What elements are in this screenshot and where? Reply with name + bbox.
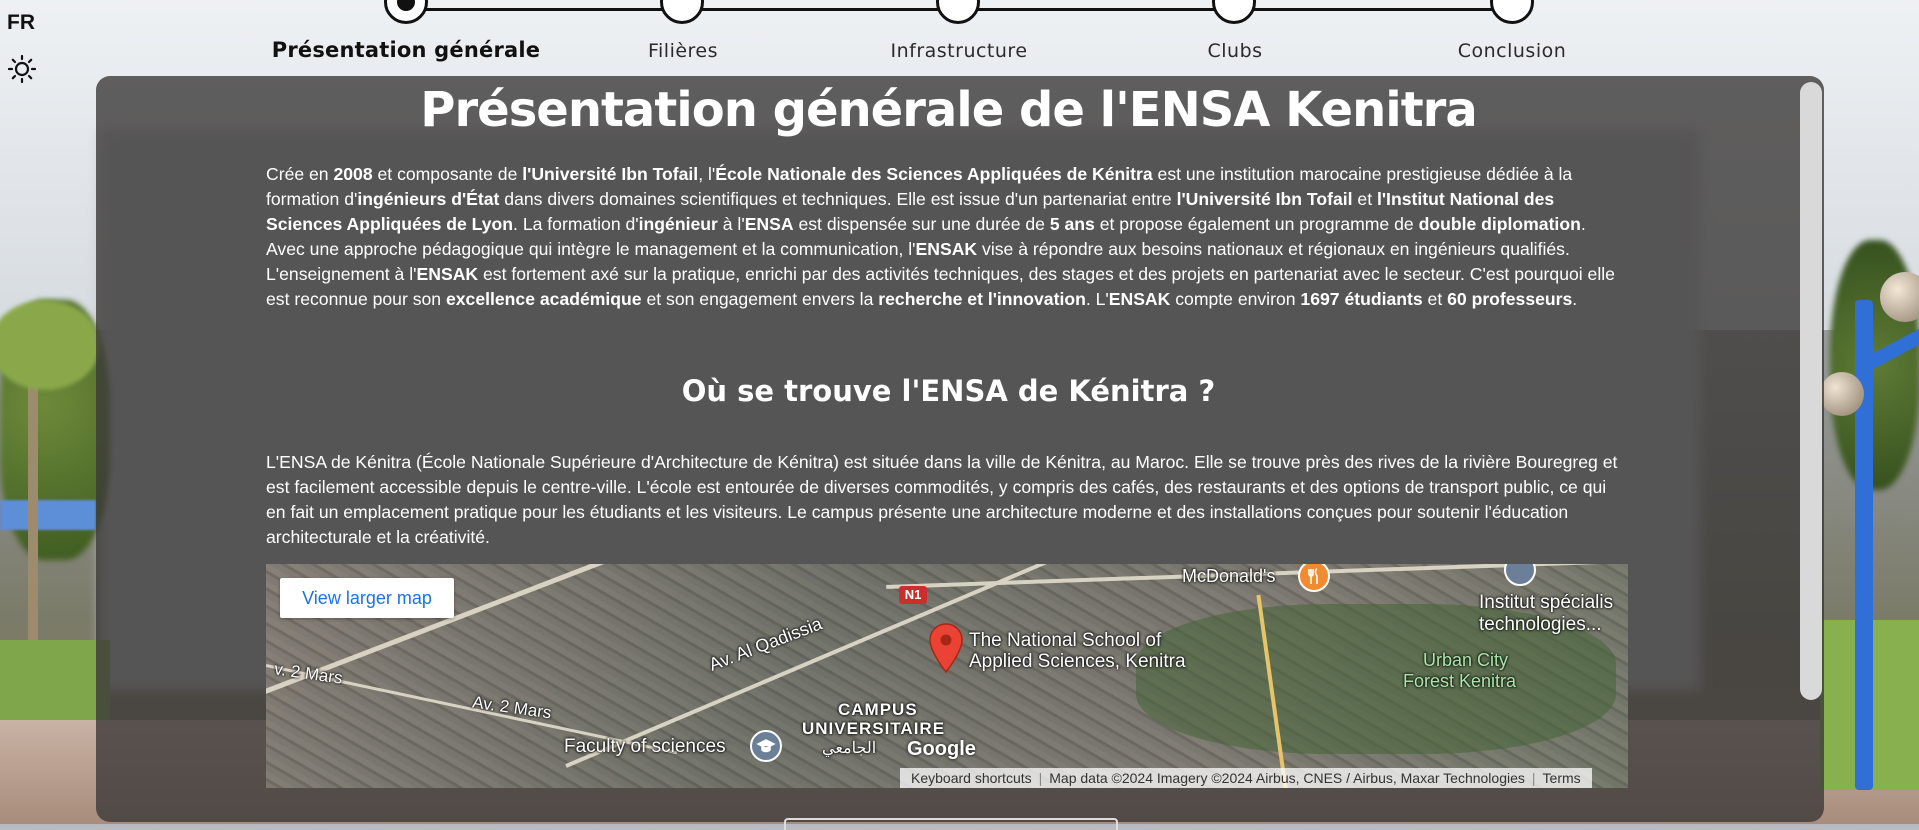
intro-highlight: l'Université Ibn Tofail [1176,189,1353,209]
step-label-conclusion[interactable]: Conclusion [1458,40,1567,62]
intro-text: Crée en [266,164,334,184]
bottom-nav-tab[interactable] [784,818,1118,830]
progress-stepper: Présentation générale Filières Infrastru… [0,0,1919,70]
terms-link[interactable]: Terms [1538,770,1586,786]
intro-text: et propose également un programme de [1094,214,1419,234]
road-shield-n1: N1 [899,586,927,604]
map-label-campus-1: CAMPUS [838,700,918,719]
step-label-filieres[interactable]: Filières [648,40,718,62]
intro-text: et [1422,289,1448,309]
intro-highlight: ENSAK [915,239,978,259]
map-label-institut-1: Institut spécialis [1479,592,1614,613]
restaurant-icon[interactable] [1298,564,1330,592]
map-label-institut-2: technologies... [1479,614,1602,635]
step-label-presentation[interactable]: Présentation générale [272,38,540,62]
intro-text: et composante de [372,164,523,184]
location-paragraph: L'ENSA de Kénitra (École Nationale Supér… [266,452,1618,547]
step-dot-clubs[interactable] [1212,0,1256,24]
keyboard-shortcuts-link[interactable]: Keyboard shortcuts [906,770,1037,786]
intro-highlight: 2008 [333,164,373,184]
intro-paragraph: Crée en 2008 et composante de l'Universi… [266,162,1626,312]
content-panel: Présentation générale de l'ENSA Kenitra … [96,76,1824,822]
step-label-clubs[interactable]: Clubs [1207,40,1262,62]
intro-text: et son engagement envers la [641,289,879,309]
intro-text: . L' [1085,289,1109,309]
map-label-campus-3: الجامعي [822,740,877,757]
intro-highlight: ENSA [744,214,794,234]
map-label-urban-2: Forest Kenitra [1403,671,1517,691]
intro-text: et [1352,189,1377,209]
map-label-school-2: Applied Sciences, Kenitra [969,651,1186,672]
intro-highlight: ENSAK [1108,289,1171,309]
intro-text: dans divers domaines scientifiques et te… [499,189,1177,209]
map-label-mcdonalds: McDonald's [1182,566,1276,586]
view-larger-map-link[interactable]: View larger map [280,578,454,618]
intro-highlight: l'Université Ibn Tofail [522,164,699,184]
page-title: Présentation générale de l'ENSA Kenitra [420,82,1477,138]
map-label-urban-1: Urban City [1423,650,1509,670]
intro-highlight: 1697 étudiants [1300,289,1423,309]
intro-highlight: recherche et l'innovation [878,289,1086,309]
embedded-map[interactable]: View larger map McDonald's Institut spéc… [266,564,1628,788]
step-dot-filieres[interactable] [660,0,704,24]
map-label-campus-2: UNIVERSITAIRE [802,719,946,738]
map-data-text: Map data ©2024 Imagery ©2024 Airbus, CNE… [1049,770,1525,786]
intro-highlight: ingénieurs d'État [357,189,500,209]
intro-highlight: excellence académique [445,289,642,309]
map-pin-icon[interactable] [928,622,964,676]
scrollbar-thumb[interactable] [1800,82,1822,700]
intro-text: , l' [698,164,716,184]
map-attribution: Keyboard shortcuts | Map data ©2024 Imager… [900,768,1592,788]
step-dot-infrastructure[interactable] [936,0,980,24]
step-dot-conclusion[interactable] [1490,0,1534,24]
intro-highlight: École Nationale des Sciences Appliquées … [715,164,1153,184]
map-label-school-1: The National School of [969,630,1162,651]
scrollbar[interactable] [1800,76,1824,822]
intro-text: est dispensée sur une durée de [793,214,1050,234]
intro-highlight: 60 professeurs [1447,289,1573,309]
school-icon[interactable] [750,730,782,762]
step-dot-presentation[interactable] [384,0,428,24]
map-label-faculty: Faculty of sciences [564,736,726,757]
intro-highlight: double diplomation [1418,214,1581,234]
intro-text: . [1572,289,1578,309]
intro-highlight: ENSAK [416,264,479,284]
location-heading: Où se trouve l'ENSA de Kénitra ? [681,374,1216,408]
intro-text: . La formation d' [513,214,639,234]
map-label-av-qadissia: Av. Al Qadissia [706,613,825,675]
google-logo: Google [907,738,976,760]
intro-highlight: ingénieur [638,214,718,234]
intro-text: à l' [717,214,745,234]
school-poi-icon[interactable] [1504,564,1536,586]
intro-text: compte environ [1170,289,1301,309]
intro-highlight: 5 ans [1049,214,1095,234]
step-label-infrastructure[interactable]: Infrastructure [890,40,1027,62]
